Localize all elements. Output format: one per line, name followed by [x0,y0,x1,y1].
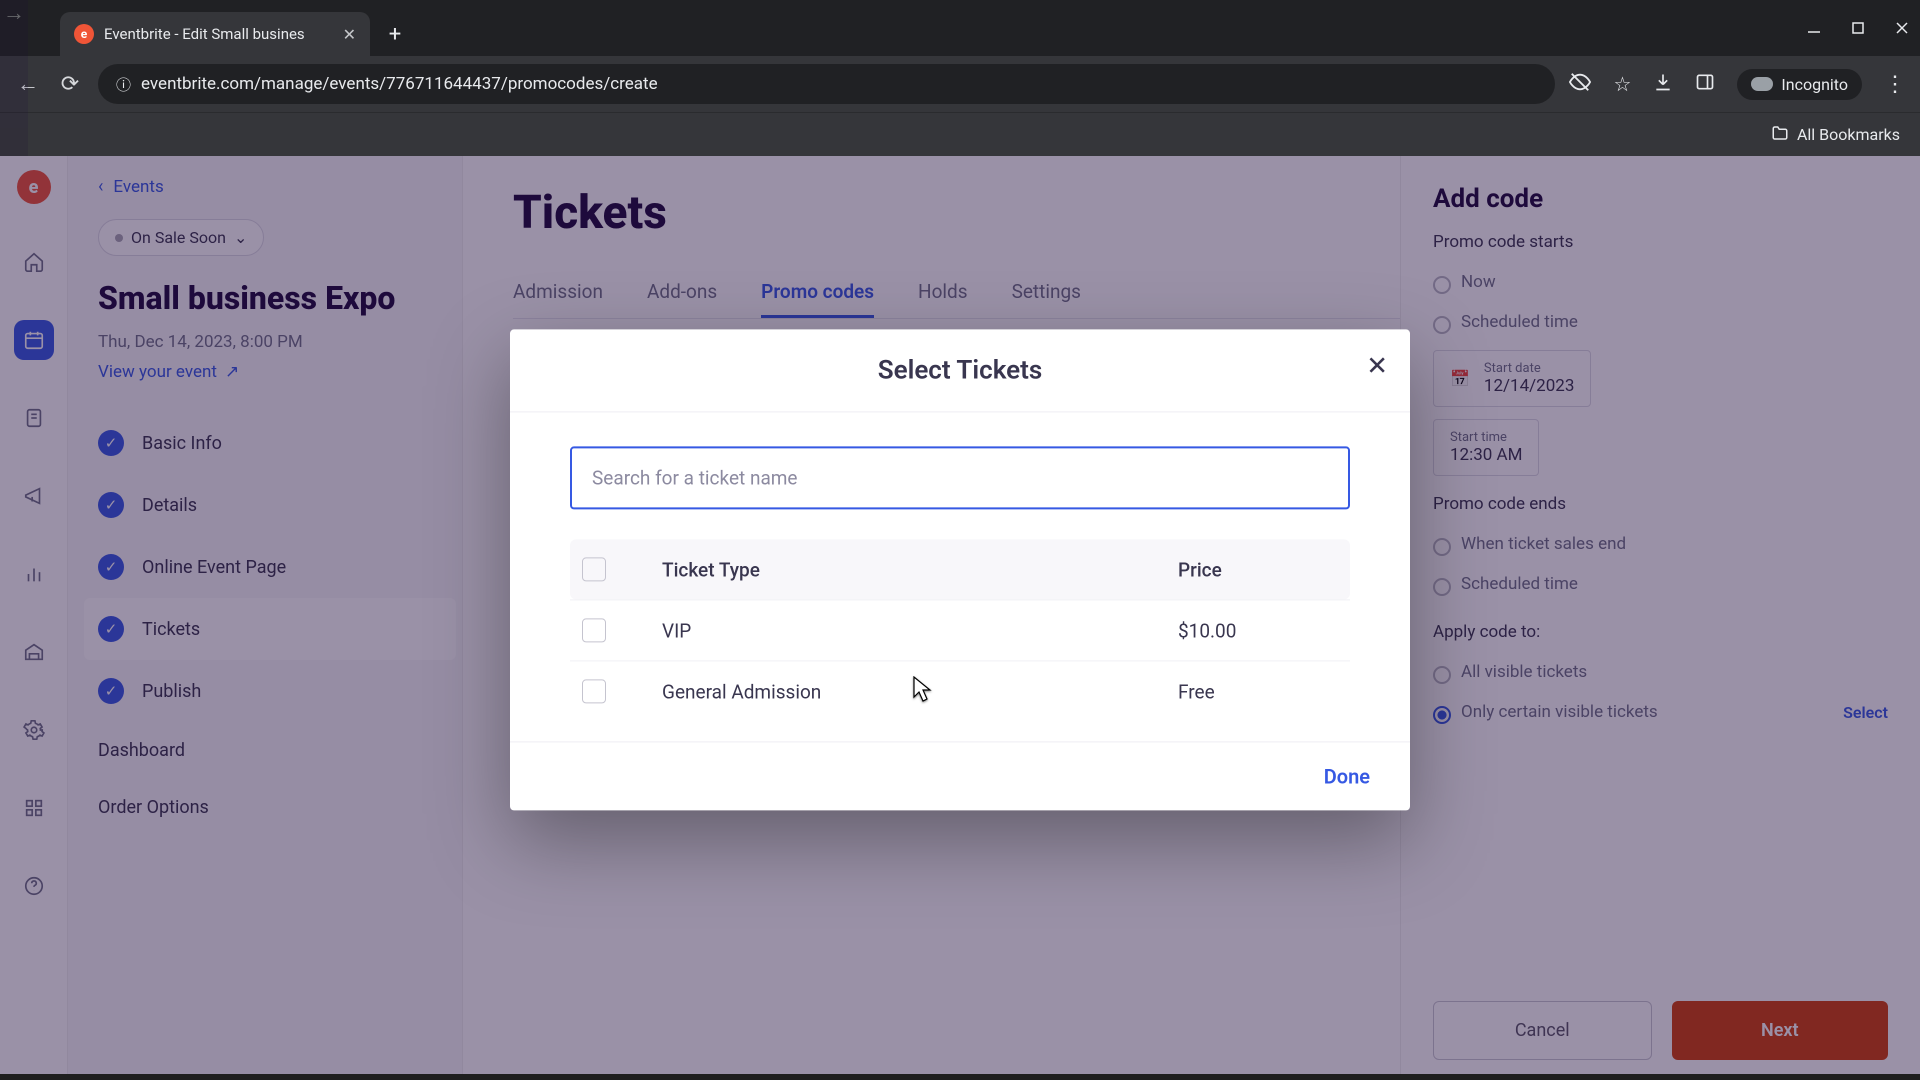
incognito-chip[interactable]: Incognito [1737,69,1862,100]
all-bookmarks-label[interactable]: All Bookmarks [1797,125,1900,144]
browser-toolbar: ← → ⟳ ⓘ eventbrite.com/manage/events/776… [0,56,1920,112]
folder-icon [1771,124,1789,146]
modal-title: Select Tickets [540,355,1380,385]
ticket-name: VIP [662,619,1178,642]
ticket-checkbox[interactable] [582,618,606,642]
ticket-checkbox[interactable] [582,679,606,703]
new-tab-button[interactable]: + [378,17,412,51]
ticket-name: General Admission [662,680,1178,703]
close-window-icon[interactable] [1894,20,1910,36]
tab-title: Eventbrite - Edit Small busines [104,25,333,43]
browser-tab[interactable]: e Eventbrite - Edit Small busines ✕ [60,12,370,56]
eye-off-icon[interactable] [1569,71,1591,98]
download-icon[interactable] [1653,72,1673,97]
col-ticket-type: Ticket Type [662,558,1178,581]
sidepanel-icon[interactable] [1695,72,1715,97]
address-bar[interactable]: ⓘ eventbrite.com/manage/events/776711644… [98,64,1555,104]
minimize-icon[interactable] [1806,20,1822,36]
ticket-price: $10.00 [1178,619,1338,642]
browser-menu-icon[interactable]: ⋮ [1884,72,1906,97]
ticket-search-input[interactable] [570,446,1350,509]
table-row[interactable]: VIP $10.00 [570,599,1350,660]
tab-close-icon[interactable]: ✕ [343,25,356,44]
done-button[interactable]: Done [1324,764,1370,788]
table-row[interactable]: General Admission Free [570,660,1350,721]
ticket-table: Ticket Type Price VIP $10.00 General Adm… [570,539,1350,721]
col-price: Price [1178,558,1338,581]
reload-icon[interactable]: ⟳ [56,72,84,97]
bookmarks-bar: All Bookmarks [0,112,1920,156]
table-header-row: Ticket Type Price [570,539,1350,599]
taskbar [0,1074,1920,1080]
select-tickets-modal: Select Tickets ✕ Ticket Type Price VIP $… [510,329,1410,810]
window-controls [1806,0,1910,56]
incognito-label: Incognito [1781,75,1848,94]
maximize-icon[interactable] [1850,20,1866,36]
site-info-icon[interactable]: ⓘ [116,74,131,95]
select-all-checkbox[interactable] [582,557,606,581]
modal-close-icon[interactable]: ✕ [1366,351,1388,381]
favicon-icon: e [74,24,94,44]
browser-tabstrip: e Eventbrite - Edit Small busines ✕ + [0,0,1920,56]
bookmark-star-icon[interactable]: ☆ [1613,72,1631,96]
ticket-price: Free [1178,680,1338,703]
url-text: eventbrite.com/manage/events/77671164443… [141,74,658,94]
